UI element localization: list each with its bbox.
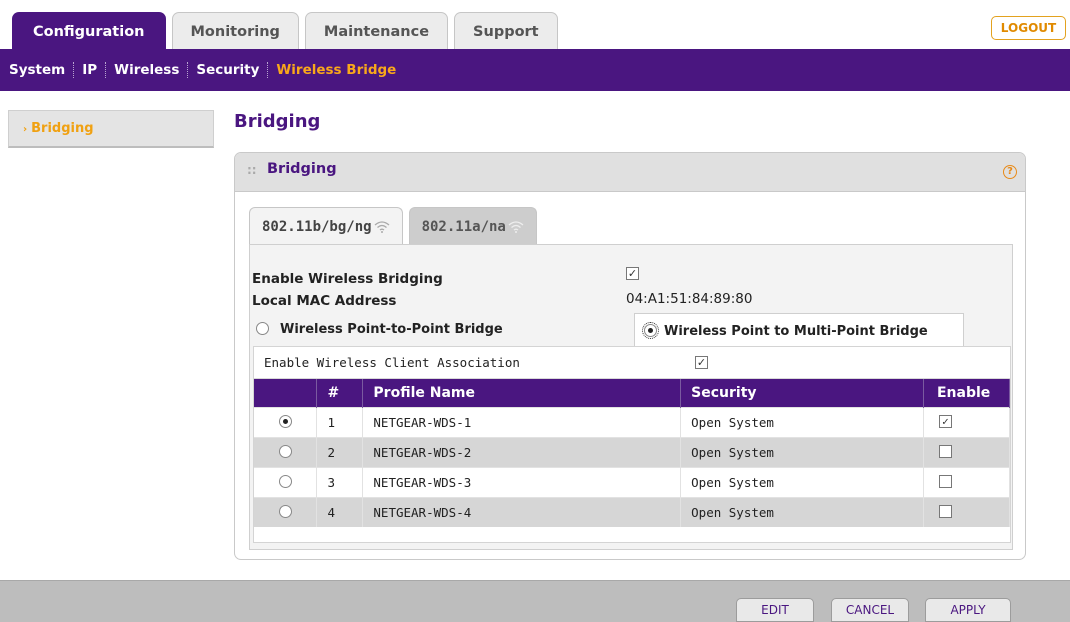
- row-enable-checkbox[interactable]: [938, 444, 952, 458]
- row-number: 4: [316, 496, 364, 527]
- row-enable-checkbox[interactable]: [938, 474, 952, 488]
- tab-band-24ghz[interactable]: 802.11b/bg/ng: [249, 207, 403, 245]
- grip-icon: ::: [247, 163, 257, 177]
- row-select-cell: [254, 466, 318, 497]
- sub-navigation: System IP Wireless Security Wireless Bri…: [0, 49, 1070, 91]
- local-mac-value: 04:A1:51:84:89:80: [626, 291, 753, 307]
- local-mac-label: Local MAC Address: [252, 293, 397, 309]
- panel-title: Bridging: [267, 161, 337, 177]
- subnav-ip[interactable]: IP: [82, 62, 97, 78]
- row-number: 2: [316, 436, 364, 467]
- apply-button[interactable]: APPLY: [925, 598, 1011, 622]
- tab-configuration[interactable]: Configuration: [12, 12, 166, 50]
- bridging-panel: :: Bridging ? 802.11b/bg/ng 802.11a/na E…: [234, 152, 1026, 560]
- row-security: Open System: [680, 466, 924, 497]
- profile-name-column-header: Profile Name: [362, 379, 682, 407]
- footer-bar: [0, 580, 1070, 622]
- sidebar-item-label: Bridging: [31, 121, 94, 136]
- subnav-security[interactable]: Security: [196, 62, 259, 78]
- row-enable-cell: ✓: [923, 406, 1011, 437]
- enable-bridging-checkbox[interactable]: ✓: [626, 267, 639, 280]
- tab-monitoring[interactable]: Monitoring: [171, 12, 299, 50]
- profile-table: # Profile Name Security Enable 1 NETGEAR…: [254, 379, 1011, 527]
- top-tab-bar: Configuration Monitoring Maintenance Sup…: [12, 12, 564, 50]
- row-security: Open System: [680, 496, 924, 527]
- client-association-checkbox[interactable]: ✓: [695, 356, 708, 369]
- wifi-icon: [508, 220, 524, 233]
- select-column-header: [254, 379, 318, 407]
- subnav-wireless[interactable]: Wireless: [114, 62, 179, 78]
- row-select-cell: [254, 436, 318, 467]
- chevron-right-icon: ›: [23, 124, 28, 135]
- wifi-icon: [374, 220, 390, 233]
- p2p-bridge-radio[interactable]: [256, 322, 269, 335]
- row-select-radio[interactable]: [279, 474, 292, 488]
- subnav-system[interactable]: System: [9, 62, 65, 78]
- nav-divider: [105, 62, 107, 78]
- row-security: Open System: [680, 406, 924, 437]
- table-header-row: # Profile Name Security Enable: [254, 379, 1011, 407]
- client-association-row: Enable Wireless Client Association ✓: [254, 347, 1010, 379]
- nav-divider: [187, 62, 189, 78]
- enable-column-header: Enable: [923, 379, 1011, 407]
- band-settings: Enable Wireless Bridging ✓ Local MAC Add…: [249, 244, 1013, 550]
- security-column-header: Security: [680, 379, 924, 407]
- tab-label: 802.11a/na: [421, 218, 506, 235]
- tab-maintenance[interactable]: Maintenance: [304, 12, 449, 50]
- row-select-cell: [254, 496, 318, 527]
- subnav-wireless-bridge[interactable]: Wireless Bridge: [276, 62, 396, 78]
- page-title: Bridging: [234, 111, 321, 132]
- row-enable-checkbox[interactable]: [938, 504, 952, 518]
- help-icon[interactable]: ?: [1003, 165, 1017, 179]
- tab-support[interactable]: Support: [454, 12, 558, 50]
- row-enable-cell: [923, 436, 1011, 467]
- band-tab-bar: 802.11b/bg/ng 802.11a/na: [249, 207, 543, 245]
- tab-band-5ghz[interactable]: 802.11a/na: [408, 207, 537, 245]
- number-column-header: #: [316, 379, 364, 407]
- table-row: 4 NETGEAR-WDS-4 Open System: [254, 496, 1011, 527]
- p2p-bridge-label: Wireless Point-to-Point Bridge: [280, 322, 503, 337]
- row-security: Open System: [680, 436, 924, 467]
- panel-header: :: Bridging ?: [235, 153, 1025, 192]
- row-select-radio[interactable]: [279, 414, 292, 428]
- client-association-label: Enable Wireless Client Association: [264, 355, 520, 370]
- row-select-cell: [254, 406, 318, 437]
- p2mp-bridge-label: Wireless Point to Multi-Point Bridge: [664, 324, 928, 339]
- row-enable-cell: [923, 496, 1011, 527]
- row-profile-name: NETGEAR-WDS-2: [362, 436, 682, 467]
- table-row: 1 NETGEAR-WDS-1 Open System ✓: [254, 406, 1011, 437]
- row-number: 3: [316, 466, 364, 497]
- nav-divider: [73, 62, 75, 78]
- bridge-profile-area: Enable Wireless Client Association ✓ # P…: [253, 346, 1011, 543]
- table-row: 3 NETGEAR-WDS-3 Open System: [254, 466, 1011, 497]
- row-profile-name: NETGEAR-WDS-4: [362, 496, 682, 527]
- logout-button[interactable]: LOGOUT: [991, 16, 1066, 40]
- enable-bridging-label: Enable Wireless Bridging: [252, 271, 443, 287]
- row-enable-checkbox[interactable]: ✓: [938, 414, 952, 428]
- row-select-radio[interactable]: [279, 504, 292, 518]
- row-number: 1: [316, 406, 364, 437]
- cancel-button[interactable]: CANCEL: [831, 598, 909, 622]
- row-profile-name: NETGEAR-WDS-1: [362, 406, 682, 437]
- tab-label: 802.11b/bg/ng: [262, 218, 372, 235]
- sidebar-item-bridging[interactable]: › Bridging: [8, 110, 214, 148]
- table-row: 2 NETGEAR-WDS-2 Open System: [254, 436, 1011, 467]
- row-profile-name: NETGEAR-WDS-3: [362, 466, 682, 497]
- p2mp-bridge-radio[interactable]: [642, 322, 659, 339]
- row-select-radio[interactable]: [279, 444, 292, 458]
- edit-button[interactable]: EDIT: [736, 598, 814, 622]
- row-enable-cell: [923, 466, 1011, 497]
- nav-divider: [267, 62, 269, 78]
